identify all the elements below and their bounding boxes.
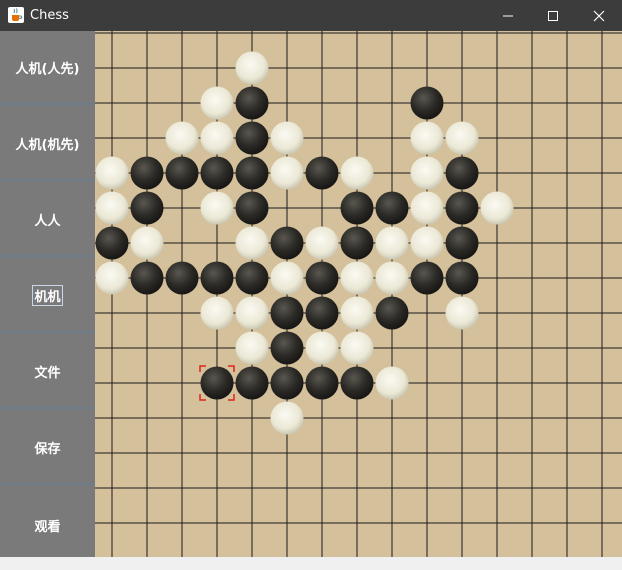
black-stone	[445, 156, 479, 190]
board-canvas[interactable]	[95, 31, 622, 557]
button-label: 文件	[34, 365, 61, 381]
watch-button[interactable]: 观看	[0, 487, 95, 563]
button-label: 观看	[34, 519, 61, 535]
black-stone	[165, 261, 199, 295]
title-bar: Chess	[0, 0, 622, 31]
white-stone	[305, 226, 339, 260]
black-stone	[375, 296, 409, 330]
white-stone	[375, 261, 409, 295]
black-stone	[305, 261, 339, 295]
black-stone	[235, 261, 269, 295]
maximize-icon	[548, 10, 558, 21]
game-board[interactable]	[95, 31, 622, 557]
java-cup-icon	[8, 7, 24, 23]
white-stone	[270, 121, 304, 155]
human-vs-ai-ai-first-button[interactable]: 人机(机先)	[0, 107, 95, 181]
black-stone	[305, 366, 339, 400]
white-stone	[130, 226, 164, 260]
white-stone	[165, 121, 199, 155]
human-vs-human-button[interactable]: 人人	[0, 183, 95, 257]
bottom-margin	[0, 557, 622, 570]
black-stone	[200, 156, 234, 190]
black-stone	[165, 156, 199, 190]
file-button[interactable]: 文件	[0, 335, 95, 409]
black-stone	[305, 156, 339, 190]
white-stone	[410, 156, 444, 190]
white-stone	[480, 191, 514, 225]
black-stone	[235, 86, 269, 120]
white-stone	[305, 331, 339, 365]
black-stone	[270, 226, 304, 260]
white-stone	[270, 156, 304, 190]
white-stone	[270, 401, 304, 435]
black-stone	[270, 331, 304, 365]
minimize-icon	[503, 15, 513, 16]
black-stone	[130, 191, 164, 225]
black-stone	[270, 366, 304, 400]
black-stone	[235, 191, 269, 225]
white-stone	[375, 226, 409, 260]
white-stone	[95, 191, 129, 225]
white-stone	[445, 121, 479, 155]
white-stone	[235, 296, 269, 330]
white-stone	[410, 121, 444, 155]
black-stone	[410, 261, 444, 295]
white-stone	[95, 261, 129, 295]
black-stone	[305, 296, 339, 330]
white-stone	[200, 296, 234, 330]
button-label: 人机(机先)	[15, 137, 80, 153]
black-stone	[130, 156, 164, 190]
white-stone	[445, 296, 479, 330]
black-stone	[200, 261, 234, 295]
black-stone	[235, 366, 269, 400]
white-stone	[410, 191, 444, 225]
black-stone	[445, 226, 479, 260]
black-stone	[270, 296, 304, 330]
black-stone	[235, 121, 269, 155]
minimize-button[interactable]	[485, 0, 531, 31]
white-stone	[95, 156, 129, 190]
window-title: Chess	[30, 8, 69, 23]
white-stone	[200, 121, 234, 155]
button-label: 机机	[32, 284, 63, 306]
white-stone	[200, 86, 234, 120]
black-stone	[375, 191, 409, 225]
white-stone	[410, 226, 444, 260]
black-stone	[130, 261, 164, 295]
ai-vs-ai-button[interactable]: 机机	[0, 259, 95, 333]
button-label: 保存	[34, 441, 61, 457]
white-stone	[235, 226, 269, 260]
black-stone	[340, 226, 374, 260]
black-stone	[340, 191, 374, 225]
button-label: 人人	[34, 213, 61, 229]
human-vs-ai-human-first-button[interactable]: 人机(人先)	[0, 31, 95, 105]
white-stone	[235, 51, 269, 85]
white-stone	[235, 331, 269, 365]
black-stone	[410, 86, 444, 120]
black-stone	[445, 261, 479, 295]
black-stone	[200, 366, 234, 400]
maximize-button[interactable]	[530, 0, 576, 31]
black-stone	[340, 366, 374, 400]
white-stone	[200, 191, 234, 225]
close-button[interactable]	[576, 0, 622, 31]
black-stone	[235, 156, 269, 190]
white-stone	[375, 366, 409, 400]
white-stone	[270, 261, 304, 295]
black-stone	[95, 226, 129, 260]
sidebar: 人机(人先) 人机(机先) 人人 机机 文件 保存 观看	[0, 31, 95, 563]
close-icon	[593, 10, 605, 21]
button-label: 人机(人先)	[15, 61, 80, 77]
black-stone	[445, 191, 479, 225]
white-stone	[340, 296, 374, 330]
white-stone	[340, 156, 374, 190]
save-button[interactable]: 保存	[0, 411, 95, 485]
white-stone	[340, 261, 374, 295]
white-stone	[340, 331, 374, 365]
